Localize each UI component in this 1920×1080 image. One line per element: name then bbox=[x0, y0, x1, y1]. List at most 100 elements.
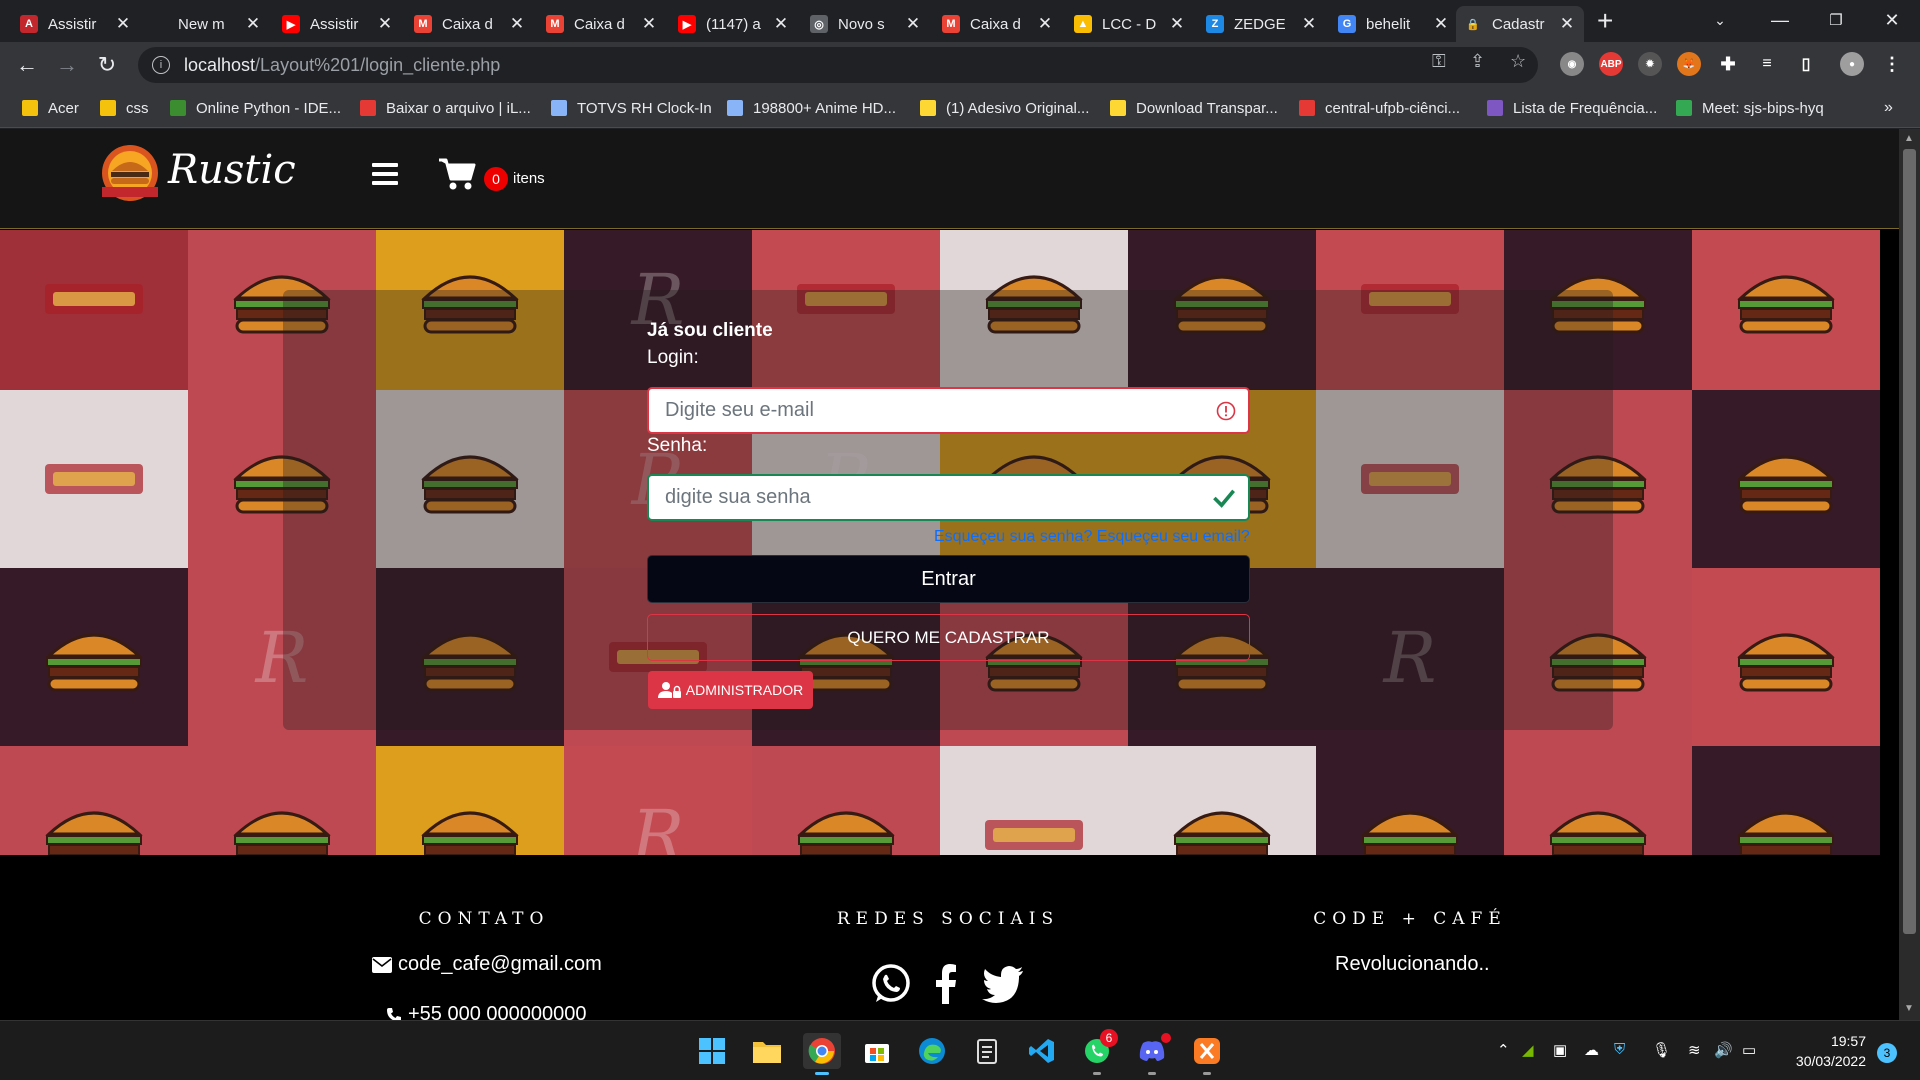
restore-button[interactable]: ❐ bbox=[1808, 0, 1864, 40]
key-icon[interactable]: ⚿ bbox=[1432, 51, 1446, 72]
bookmark-item[interactable]: Meet: sjs-bips-hyq bbox=[1676, 96, 1824, 120]
tab-close-icon[interactable]: ✕ bbox=[1036, 14, 1054, 34]
scrollbar-thumb[interactable] bbox=[1903, 149, 1916, 934]
address-bar[interactable]: i localhost/Layout%201/login_cliente.php bbox=[138, 47, 1538, 83]
extensions-puzzle-icon[interactable]: ✚ bbox=[1716, 52, 1740, 76]
scroll-up-arrow-icon[interactable]: ▲ bbox=[1904, 133, 1914, 144]
media-queue-icon[interactable]: ≡ bbox=[1755, 52, 1779, 76]
star-icon[interactable]: ☆ bbox=[1510, 51, 1526, 72]
shopping-cart-icon[interactable] bbox=[438, 157, 476, 191]
whatsapp-icon[interactable] bbox=[869, 962, 913, 1006]
tab-title: Assistir bbox=[48, 15, 97, 33]
browser-menu-icon[interactable]: ⋮ bbox=[1880, 52, 1904, 76]
extension-spy-icon[interactable]: ◉ bbox=[1560, 52, 1584, 76]
tray-chevron-icon[interactable]: ⌃ bbox=[1497, 1041, 1510, 1059]
tab-close-icon[interactable]: ✕ bbox=[114, 14, 132, 34]
browser-tab[interactable]: M Caixa d ✕ bbox=[538, 6, 666, 42]
facebook-icon[interactable] bbox=[925, 962, 969, 1006]
close-window-button[interactable]: ✕ bbox=[1864, 0, 1920, 40]
new-tab-button[interactable]: + bbox=[1597, 6, 1613, 36]
forward-button[interactable]: → bbox=[52, 50, 82, 80]
battery-icon[interactable]: ▭ bbox=[1742, 1041, 1756, 1059]
system-clock[interactable]: 19:57 30/03/2022 bbox=[1770, 1031, 1866, 1071]
bookmark-item[interactable]: Online Python - IDE... bbox=[170, 96, 341, 120]
file-explorer-icon[interactable] bbox=[748, 1033, 786, 1069]
notepad-icon[interactable] bbox=[968, 1033, 1006, 1069]
email-field[interactable] bbox=[647, 387, 1250, 434]
microsoft-store-icon[interactable] bbox=[858, 1033, 896, 1069]
email-input[interactable] bbox=[665, 399, 1205, 422]
bookmark-item[interactable]: (1) Adesivo Original... bbox=[920, 96, 1089, 120]
tab-close-icon[interactable]: ✕ bbox=[772, 14, 790, 34]
tab-close-icon[interactable]: ✕ bbox=[1168, 14, 1186, 34]
forgot-credentials-link[interactable]: Esqueçeu sua senha? Esqueçeu seu email? bbox=[934, 528, 1250, 546]
browser-tab[interactable]: A Assistir ✕ bbox=[12, 6, 140, 42]
tab-close-icon[interactable]: ✕ bbox=[244, 14, 262, 34]
browser-tab[interactable]: M Caixa d ✕ bbox=[406, 6, 534, 42]
browser-tab[interactable]: M Caixa d ✕ bbox=[934, 6, 1062, 42]
bookmark-item[interactable]: css bbox=[100, 96, 149, 120]
bookmark-item[interactable]: Lista de Frequência... bbox=[1487, 96, 1657, 120]
site-info-icon[interactable]: i bbox=[152, 56, 170, 74]
admin-button[interactable]: ADMINISTRADOR bbox=[648, 671, 813, 709]
tab-search-icon[interactable]: ⌄ bbox=[1692, 0, 1748, 40]
browser-tab[interactable]: Gbehelit ✕ bbox=[1330, 6, 1458, 42]
browser-tab[interactable]: Z ZEDGE ✕ bbox=[1198, 6, 1326, 42]
adblock-icon[interactable]: ABP bbox=[1599, 52, 1623, 76]
vscode-icon[interactable] bbox=[1023, 1033, 1061, 1069]
browser-tab[interactable]: 🔒 Cadastr ✕ bbox=[1456, 6, 1584, 42]
edge-icon[interactable] bbox=[913, 1033, 951, 1069]
back-button[interactable]: ← bbox=[12, 50, 42, 80]
bookmark-item[interactable]: Baixar o arquivo | iL... bbox=[360, 96, 531, 120]
bookmark-item[interactable]: Download Transpar... bbox=[1110, 96, 1278, 120]
bookmark-item[interactable]: TOTVS RH Clock-In bbox=[551, 96, 712, 120]
tab-close-icon[interactable]: ✕ bbox=[508, 14, 526, 34]
password-field[interactable] bbox=[647, 474, 1250, 521]
reload-button[interactable]: ↻ bbox=[92, 50, 122, 80]
whatsapp-taskbar-icon[interactable]: 6 bbox=[1078, 1029, 1118, 1075]
browser-tab[interactable]: ▲ LCC - D ✕ bbox=[1066, 6, 1194, 42]
minimize-button[interactable]: — bbox=[1752, 0, 1808, 40]
metamask-icon[interactable]: 🦊 bbox=[1677, 52, 1701, 76]
discord-icon[interactable] bbox=[1133, 1033, 1171, 1075]
more-bookmarks-button[interactable]: » bbox=[1884, 96, 1893, 120]
tab-close-icon[interactable]: ✕ bbox=[376, 14, 394, 34]
tab-close-icon[interactable]: ✕ bbox=[1300, 14, 1318, 34]
profile-avatar[interactable]: ● bbox=[1840, 52, 1864, 76]
tab-close-icon[interactable]: ✕ bbox=[1558, 14, 1576, 34]
twitter-icon[interactable] bbox=[981, 962, 1025, 1006]
volume-icon[interactable]: 🔊 bbox=[1714, 1041, 1733, 1059]
notification-badge[interactable]: 3 bbox=[1877, 1043, 1897, 1063]
tab-title: LCC - D bbox=[1102, 15, 1157, 33]
chrome-icon[interactable] bbox=[803, 1033, 841, 1075]
browser-tab[interactable]: New m ✕ bbox=[142, 6, 270, 42]
bookmarks-bar: Acer css Online Python - IDE... Baixar o ar… bbox=[0, 88, 1920, 128]
tab-close-icon[interactable]: ✕ bbox=[1432, 14, 1450, 34]
scroll-down-arrow-icon[interactable]: ▼ bbox=[1904, 1003, 1914, 1014]
page-scrollbar[interactable]: ▲ ▼ bbox=[1899, 129, 1920, 1020]
bookmark-item[interactable]: Acer bbox=[22, 96, 79, 120]
security-shield-icon[interactable]: ⛨ bbox=[1614, 1041, 1625, 1058]
browser-tab[interactable]: ◎ Novo s ✕ bbox=[802, 6, 930, 42]
onedrive-icon[interactable]: ☁ bbox=[1584, 1041, 1599, 1059]
share-icon[interactable]: ⇪ bbox=[1470, 51, 1485, 72]
windows-start-icon[interactable] bbox=[693, 1033, 731, 1069]
side-panel-icon[interactable]: ▯ bbox=[1794, 52, 1818, 76]
extension-gear-icon[interactable]: ✹ bbox=[1638, 52, 1662, 76]
login-button[interactable]: Entrar bbox=[647, 555, 1250, 603]
xampp-icon[interactable] bbox=[1188, 1033, 1226, 1075]
browser-tab[interactable]: ▶ Assistir ✕ bbox=[274, 6, 402, 42]
tray-app-icon[interactable]: ▣ bbox=[1553, 1041, 1567, 1059]
hamburger-menu-icon[interactable] bbox=[372, 163, 398, 185]
tab-title: (1147) a bbox=[706, 15, 761, 33]
microphone-icon[interactable]: 🎙 bbox=[1652, 1041, 1671, 1059]
tab-close-icon[interactable]: ✕ bbox=[640, 14, 658, 34]
bookmark-item[interactable]: central-ufpb-ciênci... bbox=[1299, 96, 1460, 120]
bookmark-item[interactable]: 198800+ Anime HD... bbox=[727, 96, 896, 120]
browser-tab[interactable]: ▶ (1147) a ✕ bbox=[670, 6, 798, 42]
password-input[interactable] bbox=[665, 486, 1205, 509]
register-button[interactable]: QUERO ME CADASTRAR bbox=[647, 614, 1250, 661]
wifi-icon[interactable]: ≋ bbox=[1688, 1041, 1701, 1059]
tab-close-icon[interactable]: ✕ bbox=[904, 14, 922, 34]
nvidia-icon[interactable]: ◢ bbox=[1522, 1041, 1534, 1059]
